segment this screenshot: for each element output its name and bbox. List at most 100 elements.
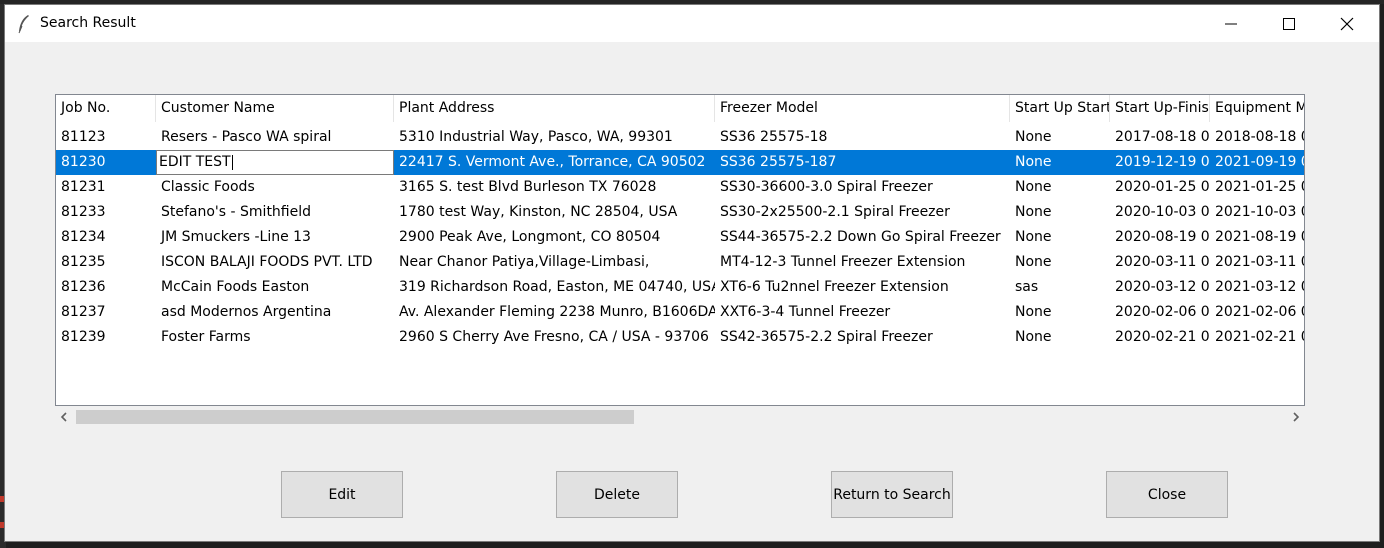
close-button[interactable]: Close: [1106, 471, 1228, 518]
minimize-button[interactable]: [1202, 5, 1260, 42]
table-row-selected[interactable]: 81230 EDIT TEST 22417 S. Vermont Ave., T…: [56, 150, 1304, 175]
cell-equipment: 2021-03-12 00: [1215, 279, 1304, 295]
close-window-button[interactable]: [1318, 5, 1376, 42]
cell-equipment: 2021-10-03 00: [1215, 204, 1304, 220]
results-table[interactable]: Job No. Customer Name Plant Address Free…: [55, 94, 1305, 406]
cell-equipment: 2018-08-18 00: [1215, 129, 1304, 145]
cell-start-up-start: None: [1010, 150, 1110, 175]
column-header-customer-name[interactable]: Customer Name: [156, 95, 394, 122]
cell-start-up-finish: 2020-01-25 00: [1115, 179, 1210, 195]
cell-job-no: 81236: [61, 279, 106, 295]
cell-start-up-finish: 2020-02-21 00: [1115, 329, 1210, 345]
cell-start-up-finish: 2020-03-12 00: [1115, 279, 1210, 295]
cell-job-no: 81239: [61, 329, 106, 345]
cell-edit-input[interactable]: EDIT TEST: [156, 150, 394, 175]
cell-start-up-finish: 2017-08-18 00: [1115, 129, 1210, 145]
cell-start-up-start: None: [1015, 329, 1052, 345]
cell-plant-address: 5310 Industrial Way, Pasco, WA, 99301: [399, 129, 673, 145]
return-to-search-button[interactable]: Return to Search: [831, 471, 953, 518]
cell-freezer-model: MT4-12-3 Tunnel Freezer Extension: [720, 254, 966, 270]
cell-start-up-finish: 2020-02-06 00: [1115, 304, 1210, 320]
cell-freezer-model: SS30-36600-3.0 Spiral Freezer: [720, 179, 933, 195]
cell-freezer-model: SS36 25575-18: [720, 129, 828, 145]
column-header-start-up-start[interactable]: Start Up Start: [1010, 95, 1110, 122]
cell-customer-name: ISCON BALAJI FOODS PVT. LTD: [161, 254, 373, 270]
table-header: Job No. Customer Name Plant Address Free…: [56, 95, 1304, 122]
scrollbar-thumb[interactable]: [76, 410, 634, 424]
cell-customer-name: Stefano's - Smithfield: [161, 204, 312, 220]
cell-freezer-model: SS30-2x25500-2.1 Spiral Freezer: [720, 204, 950, 220]
cell-freezer-model: SS44-36575-2.2 Down Go Spiral Freezer: [720, 229, 1001, 245]
cell-plant-address: 1780 test Way, Kinston, NC 28504, USA: [399, 204, 678, 220]
cell-customer-name: Classic Foods: [161, 179, 255, 195]
cell-start-up-start: None: [1015, 254, 1052, 270]
table-row[interactable]: 81123 Resers - Pasco WA spiral 5310 Indu…: [56, 125, 1304, 150]
text-caret: [231, 154, 233, 170]
cell-job-no: 81233: [61, 204, 106, 220]
cell-plant-address: 22417 S. Vermont Ave., Torrance, CA 9050…: [394, 150, 715, 175]
cell-equipment: 2021-03-11 00: [1215, 254, 1304, 270]
cell-plant-address: 2900 Peak Ave, Longmont, CO 80504: [399, 229, 661, 245]
cell-job-no: 81235: [61, 254, 106, 270]
cell-customer-name: Foster Farms: [161, 329, 251, 345]
maximize-icon: [1283, 17, 1295, 30]
cell-job-no: 81123: [61, 129, 106, 145]
maximize-button[interactable]: [1260, 5, 1318, 42]
cell-start-up-start: None: [1015, 204, 1052, 220]
column-header-equipment[interactable]: Equipment M: [1210, 95, 1304, 122]
cell-start-up-start: None: [1015, 229, 1052, 245]
cell-freezer-model: XT6-6 Tu2nnel Freezer Extension: [720, 279, 949, 295]
cell-customer-name: Resers - Pasco WA spiral: [161, 129, 332, 145]
table-row[interactable]: 81237 asd Modernos Argentina Av. Alexand…: [56, 300, 1304, 325]
table-row[interactable]: 81236 McCain Foods Easton 319 Richardson…: [56, 275, 1304, 300]
cell-job-no: 81230: [56, 150, 156, 175]
cell-plant-address: 3165 S. test Blvd Burleson TX 76028: [399, 179, 657, 195]
column-header-job-no[interactable]: Job No.: [56, 95, 156, 122]
window-title: Search Result: [40, 15, 136, 31]
search-result-window: Search Result Job No. Customer Name Plan…: [4, 4, 1380, 542]
cell-plant-address: Near Chanor Patiya,Village-Limbasi,: [399, 254, 650, 270]
cell-equipment: 2021-09-19 00: [1210, 150, 1304, 175]
cell-customer-name: asd Modernos Argentina: [161, 304, 332, 320]
chevron-left-icon[interactable]: [59, 410, 69, 424]
cell-plant-address: 319 Richardson Road, Easton, ME 04740, U…: [399, 279, 715, 295]
cell-start-up-start: sas: [1015, 279, 1039, 295]
cell-start-up-finish: 2019-12-19 00: [1110, 150, 1210, 175]
table-row[interactable]: 81239 Foster Farms 2960 S Cherry Ave Fre…: [56, 325, 1304, 350]
column-header-start-up-finish[interactable]: Start Up-Finis: [1110, 95, 1210, 122]
table-row[interactable]: 81235 ISCON BALAJI FOODS PVT. LTD Near C…: [56, 250, 1304, 275]
close-icon: [1340, 17, 1354, 30]
cell-freezer-model: XXT6-3-4 Tunnel Freezer: [720, 304, 891, 320]
cell-equipment: 2021-08-19 00: [1215, 229, 1304, 245]
cell-plant-address: Av. Alexander Fleming 2238 Munro, B1606D…: [399, 304, 715, 320]
cell-customer-name: McCain Foods Easton: [161, 279, 310, 295]
table-row[interactable]: 81231 Classic Foods 3165 S. test Blvd Bu…: [56, 175, 1304, 200]
table-row[interactable]: 81233 Stefano's - Smithfield 1780 test W…: [56, 200, 1304, 225]
cell-freezer-model: SS36 25575-187: [715, 150, 1010, 175]
column-header-plant-address[interactable]: Plant Address: [394, 95, 715, 122]
cell-start-up-start: None: [1015, 304, 1052, 320]
cell-plant-address: 2960 S Cherry Ave Fresno, CA / USA - 937…: [399, 329, 709, 345]
cell-equipment: 2021-02-21 00: [1215, 329, 1304, 345]
cell-start-up-finish: 2020-10-03 00: [1115, 204, 1210, 220]
cell-start-up-start: None: [1015, 129, 1052, 145]
cell-start-up-start: None: [1015, 179, 1052, 195]
horizontal-scrollbar[interactable]: [55, 406, 1305, 427]
table-row[interactable]: 81234 JM Smuckers -Line 13 2900 Peak Ave…: [56, 225, 1304, 250]
cell-customer-name: JM Smuckers -Line 13: [161, 229, 311, 245]
cell-job-no: 81231: [61, 179, 106, 195]
cell-freezer-model: SS42-36575-2.2 Spiral Freezer: [720, 329, 933, 345]
feather-icon: [18, 15, 29, 34]
column-header-freezer-model[interactable]: Freezer Model: [715, 95, 1010, 122]
chevron-right-icon[interactable]: [1291, 410, 1301, 424]
edit-button[interactable]: Edit: [281, 471, 403, 518]
cell-job-no: 81234: [61, 229, 106, 245]
cell-edit-input-text: EDIT TEST: [159, 154, 231, 170]
cell-equipment: 2021-02-06 00: [1215, 304, 1304, 320]
cell-start-up-finish: 2020-08-19 00: [1115, 229, 1210, 245]
cell-start-up-finish: 2020-03-11 00: [1115, 254, 1210, 270]
title-bar: Search Result: [5, 5, 1379, 42]
delete-button[interactable]: Delete: [556, 471, 678, 518]
cell-equipment: 2021-01-25 00: [1215, 179, 1304, 195]
cell-job-no: 81237: [61, 304, 106, 320]
